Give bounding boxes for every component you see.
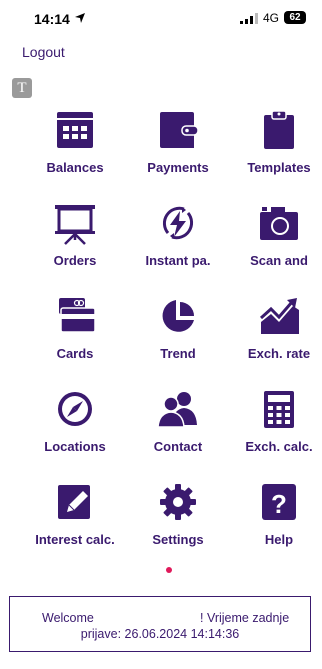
battery-icon: 62 — [284, 11, 306, 24]
line-chart-icon — [259, 298, 299, 334]
location-arrow-icon — [75, 13, 85, 23]
camera-icon — [260, 207, 298, 240]
menu-label: Exch. rate — [247, 346, 311, 361]
help-icon: ? — [262, 484, 296, 520]
calculator-icon — [264, 391, 294, 428]
page-indicator-dot[interactable] — [166, 567, 172, 573]
menu-tile-locations[interactable]: Locations — [25, 389, 125, 469]
menu-label: Help — [264, 532, 294, 547]
calendar-icon — [57, 112, 93, 148]
menu-label: Exch. calc. — [245, 439, 313, 454]
menu-tile-cards[interactable]: Cards — [25, 296, 125, 376]
clipboard-icon — [264, 110, 294, 149]
status-bar: 14:14 4G 62 — [0, 0, 322, 36]
menu-tile-help[interactable]: ? Help — [229, 482, 322, 562]
menu-tile-instant-payment[interactable]: Instant pa. — [128, 203, 228, 283]
svg-text:?: ? — [271, 489, 287, 519]
logout-link[interactable]: Logout — [22, 44, 65, 60]
network-type: 4G — [263, 11, 280, 25]
last-login-prefix: ! Vrijeme zadnje — [200, 611, 290, 625]
wallet-icon — [160, 112, 199, 148]
presentation-board-icon — [55, 205, 95, 245]
menu-tile-balances[interactable]: Balances — [25, 110, 125, 190]
menu-tile-payments[interactable]: Payments — [128, 110, 228, 190]
menu-label: Scan and — [250, 253, 308, 268]
menu-tile-settings[interactable]: Settings — [128, 482, 228, 562]
menu-label: Interest calc. — [35, 532, 115, 547]
t-badge-icon[interactable]: T — [12, 78, 32, 98]
menu-label: Cards — [56, 346, 94, 361]
lightning-icon — [162, 206, 194, 240]
signal-icon — [240, 13, 258, 24]
status-time: 14:14 — [34, 11, 70, 27]
menu-label: Balances — [46, 160, 104, 175]
menu-label: Locations — [44, 439, 106, 454]
menu-tile-templates[interactable]: Templates — [229, 110, 322, 190]
menu-tile-interest-calculator[interactable]: Interest calc. — [25, 482, 125, 562]
compass-icon — [58, 392, 92, 426]
gear-icon — [160, 484, 196, 520]
welcome-box: Welcome ! Vrijeme zadnje prijave: 26.06.… — [9, 596, 311, 652]
edit-icon — [58, 485, 90, 519]
menu-tile-scan-and-pay[interactable]: Scan and — [229, 203, 322, 283]
menu-tile-exchange-rate[interactable]: Exch. rate — [229, 296, 322, 376]
last-login-text: prijave: 26.06.2024 14:14:36 — [80, 627, 240, 641]
menu-tile-contact[interactable]: Contact — [128, 389, 228, 469]
menu-tile-orders[interactable]: Orders — [25, 203, 125, 283]
menu-tile-trend[interactable]: Trend — [128, 296, 228, 376]
cards-icon — [59, 298, 96, 333]
welcome-text: Welcome — [42, 611, 94, 625]
people-icon — [157, 392, 197, 428]
pie-chart-icon — [162, 300, 194, 332]
menu-label: Orders — [53, 253, 97, 268]
menu-tile-exchange-calculator[interactable]: Exch. calc. — [229, 389, 322, 469]
menu-label: Templates — [247, 160, 311, 175]
